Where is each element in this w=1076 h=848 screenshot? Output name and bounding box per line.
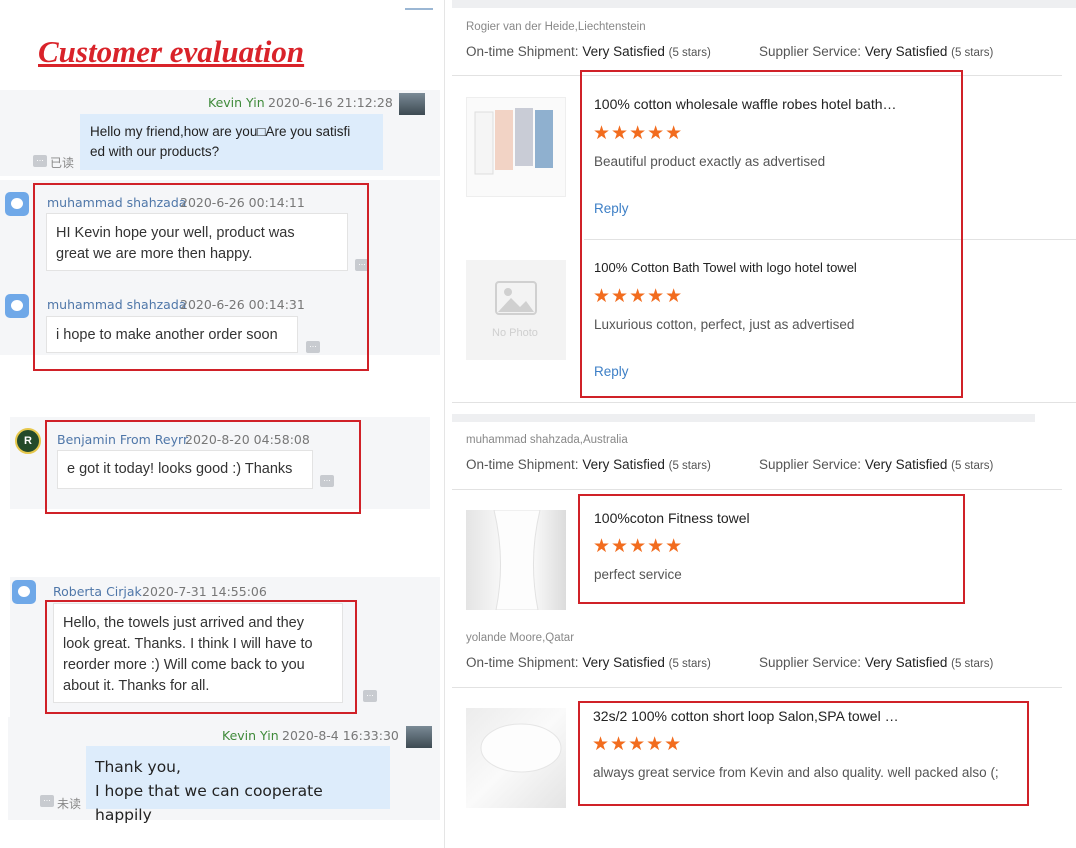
divider [452,489,1062,490]
towel-thumbnail [493,509,541,611]
timestamp: 2020-7-31 14:55:06 [142,584,267,599]
shipment-label: On-time Shipment: [466,457,579,472]
message-line: I hope that we can cooperate happily [95,782,323,824]
reviewer-name: yolande Moore,Qatar [466,632,575,644]
rating-stars: (5 stars) [951,47,994,59]
avatar-badge: R [24,435,32,447]
rating-value: Very Satisfied [864,457,948,472]
more-icon[interactable]: ... [363,689,377,702]
towel-roll-thumbnail [480,723,562,773]
supplier-label: Supplier Service: [759,457,862,472]
no-photo-icon [495,281,537,315]
message-bubble: Thank you, I hope that we can cooperate … [86,746,390,824]
avatar: R [15,428,41,454]
reviewer-name: muhammad shahzada,Australia [466,434,628,446]
highlight-box [33,183,369,371]
shipment-rating: On-time Shipment: Very Satisfied (5 star… [466,44,711,59]
supplier-rating: Supplier Service: Very Satisfied (5 star… [759,44,993,59]
rating-value: Very Satisfied [582,655,665,670]
message-bubble: Hello my friend,how are you□Are you sati… [80,114,383,170]
product-image[interactable] [466,708,566,808]
shipment-rating: On-time Shipment: Very Satisfied (5 star… [466,457,711,472]
supplier-rating: Supplier Service: Very Satisfied (5 star… [759,655,993,670]
shipment-label: On-time Shipment: [466,44,579,59]
product-image[interactable] [466,97,566,197]
highlight-box [45,600,357,714]
read-status: 已读 [50,156,75,170]
avatar [5,192,29,216]
product-image-placeholder[interactable]: No Photo [466,260,566,360]
highlight-box [580,70,963,398]
read-status: 未读 [57,797,82,811]
message-line: Hello my friend,how are you□Are you sati… [90,124,351,139]
supplier-rating: Supplier Service: Very Satisfied (5 star… [759,457,993,472]
rating-value: Very Satisfied [582,457,665,472]
divider [452,402,1076,403]
avatar [399,93,425,115]
rating-stars: (5 stars) [951,460,994,472]
more-icon[interactable]: ... [33,154,47,167]
rating-stars: (5 stars) [668,460,711,472]
sender-name: Kevin Yin [222,728,279,743]
rating-value: Very Satisfied [582,44,665,59]
no-photo-text: No Photo [492,327,538,339]
section-separator [452,414,1035,422]
rating-value: Very Satisfied [864,44,948,59]
highlight-box [578,494,965,604]
highlight-box [578,701,1029,806]
message-line: Thank you, [95,758,181,776]
top-divider [405,8,433,10]
rating-stars: (5 stars) [668,658,711,670]
chat-panel: Customer evaluation Kevin Yin 2020-6-16 … [0,0,445,848]
shipment-label: On-time Shipment: [466,655,579,670]
highlight-box [45,420,361,514]
more-icon[interactable]: ... [40,794,54,807]
avatar [5,294,29,318]
sender-name: Kevin Yin [208,95,265,110]
rating-stars: (5 stars) [951,658,994,670]
avatar [406,726,432,748]
reviewer-name: Rogier van der Heide,Liechtenstein [466,21,646,33]
timestamp: 2020-8-4 16:33:30 [282,728,399,743]
product-image[interactable] [466,509,566,611]
timestamp: 2020-6-16 21:12:28 [268,95,393,110]
rating-stars: (5 stars) [668,47,711,59]
robe-thumbnail [474,108,553,175]
divider [452,687,1062,688]
sender-name: Roberta Cirjak [53,584,142,599]
page-title: Customer evaluation [38,34,305,69]
top-separator [452,0,1076,8]
supplier-label: Supplier Service: [759,44,862,59]
avatar [12,580,36,604]
message-line: ed with our products? [90,144,220,159]
right-divider-line [444,0,445,848]
supplier-label: Supplier Service: [759,655,862,670]
shipment-rating: On-time Shipment: Very Satisfied (5 star… [466,655,711,670]
rating-value: Very Satisfied [864,655,948,670]
